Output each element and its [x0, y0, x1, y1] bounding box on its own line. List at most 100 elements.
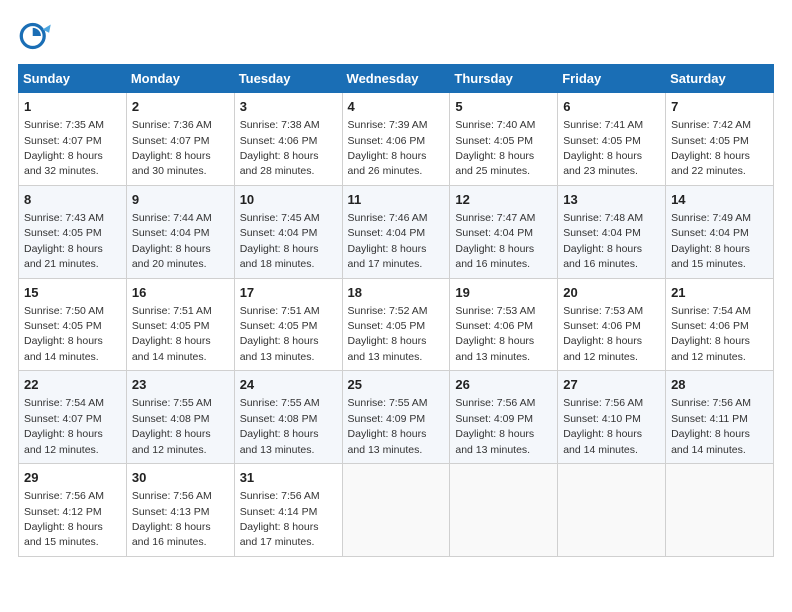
weekday-header-tuesday: Tuesday: [234, 65, 342, 93]
calendar-week-row: 8 Sunrise: 7:43 AM Sunset: 4:05 PM Daylig…: [19, 185, 774, 278]
day-info: Sunrise: 7:54 AM Sunset: 4:07 PM Dayligh…: [24, 397, 104, 455]
day-info: Sunrise: 7:36 AM Sunset: 4:07 PM Dayligh…: [132, 119, 212, 177]
day-info: Sunrise: 7:45 AM Sunset: 4:04 PM Dayligh…: [240, 212, 320, 270]
empty-cell: [558, 464, 666, 557]
day-number: 19: [455, 284, 552, 302]
day-info: Sunrise: 7:41 AM Sunset: 4:05 PM Dayligh…: [563, 119, 643, 177]
day-info: Sunrise: 7:46 AM Sunset: 4:04 PM Dayligh…: [348, 212, 428, 270]
day-number: 18: [348, 284, 445, 302]
day-info: Sunrise: 7:42 AM Sunset: 4:05 PM Dayligh…: [671, 119, 751, 177]
calendar-week-row: 15 Sunrise: 7:50 AM Sunset: 4:05 PM Dayli…: [19, 278, 774, 371]
calendar-day-cell: 29 Sunrise: 7:56 AM Sunset: 4:12 PM Dayli…: [19, 464, 127, 557]
day-number: 28: [671, 376, 768, 394]
calendar-day-cell: 13 Sunrise: 7:48 AM Sunset: 4:04 PM Dayli…: [558, 185, 666, 278]
day-info: Sunrise: 7:53 AM Sunset: 4:06 PM Dayligh…: [455, 305, 535, 363]
day-number: 8: [24, 191, 121, 209]
day-info: Sunrise: 7:56 AM Sunset: 4:14 PM Dayligh…: [240, 490, 320, 548]
calendar-week-row: 22 Sunrise: 7:54 AM Sunset: 4:07 PM Dayli…: [19, 371, 774, 464]
weekday-header-wednesday: Wednesday: [342, 65, 450, 93]
empty-cell: [666, 464, 774, 557]
weekday-header-friday: Friday: [558, 65, 666, 93]
calendar-week-row: 29 Sunrise: 7:56 AM Sunset: 4:12 PM Dayli…: [19, 464, 774, 557]
day-number: 6: [563, 98, 660, 116]
day-number: 26: [455, 376, 552, 394]
day-number: 30: [132, 469, 229, 487]
day-number: 22: [24, 376, 121, 394]
calendar-day-cell: 23 Sunrise: 7:55 AM Sunset: 4:08 PM Dayli…: [126, 371, 234, 464]
day-number: 9: [132, 191, 229, 209]
day-number: 23: [132, 376, 229, 394]
calendar-day-cell: 6 Sunrise: 7:41 AM Sunset: 4:05 PM Daylig…: [558, 93, 666, 186]
calendar-header-row: SundayMondayTuesdayWednesdayThursdayFrid…: [19, 65, 774, 93]
day-number: 14: [671, 191, 768, 209]
calendar-day-cell: 15 Sunrise: 7:50 AM Sunset: 4:05 PM Dayli…: [19, 278, 127, 371]
logo-icon: [18, 18, 54, 54]
day-number: 31: [240, 469, 337, 487]
calendar-day-cell: 7 Sunrise: 7:42 AM Sunset: 4:05 PM Daylig…: [666, 93, 774, 186]
calendar-day-cell: 12 Sunrise: 7:47 AM Sunset: 4:04 PM Dayli…: [450, 185, 558, 278]
day-info: Sunrise: 7:54 AM Sunset: 4:06 PM Dayligh…: [671, 305, 751, 363]
calendar-day-cell: 16 Sunrise: 7:51 AM Sunset: 4:05 PM Dayli…: [126, 278, 234, 371]
calendar-day-cell: 10 Sunrise: 7:45 AM Sunset: 4:04 PM Dayli…: [234, 185, 342, 278]
calendar-day-cell: 18 Sunrise: 7:52 AM Sunset: 4:05 PM Dayli…: [342, 278, 450, 371]
calendar-day-cell: 19 Sunrise: 7:53 AM Sunset: 4:06 PM Dayli…: [450, 278, 558, 371]
day-number: 13: [563, 191, 660, 209]
day-number: 15: [24, 284, 121, 302]
day-number: 24: [240, 376, 337, 394]
logo: [18, 18, 58, 54]
calendar-day-cell: 28 Sunrise: 7:56 AM Sunset: 4:11 PM Dayli…: [666, 371, 774, 464]
day-info: Sunrise: 7:35 AM Sunset: 4:07 PM Dayligh…: [24, 119, 104, 177]
day-info: Sunrise: 7:55 AM Sunset: 4:08 PM Dayligh…: [132, 397, 212, 455]
calendar-day-cell: 20 Sunrise: 7:53 AM Sunset: 4:06 PM Dayli…: [558, 278, 666, 371]
day-info: Sunrise: 7:56 AM Sunset: 4:09 PM Dayligh…: [455, 397, 535, 455]
calendar-day-cell: 8 Sunrise: 7:43 AM Sunset: 4:05 PM Daylig…: [19, 185, 127, 278]
day-number: 10: [240, 191, 337, 209]
day-info: Sunrise: 7:52 AM Sunset: 4:05 PM Dayligh…: [348, 305, 428, 363]
day-info: Sunrise: 7:55 AM Sunset: 4:09 PM Dayligh…: [348, 397, 428, 455]
day-info: Sunrise: 7:40 AM Sunset: 4:05 PM Dayligh…: [455, 119, 535, 177]
day-info: Sunrise: 7:38 AM Sunset: 4:06 PM Dayligh…: [240, 119, 320, 177]
weekday-header-sunday: Sunday: [19, 65, 127, 93]
day-number: 2: [132, 98, 229, 116]
calendar-day-cell: 31 Sunrise: 7:56 AM Sunset: 4:14 PM Dayli…: [234, 464, 342, 557]
day-number: 12: [455, 191, 552, 209]
day-info: Sunrise: 7:51 AM Sunset: 4:05 PM Dayligh…: [132, 305, 212, 363]
calendar-day-cell: 25Sunrise: 7:55 AM Sunset: 4:09 PM Dayli…: [342, 371, 450, 464]
page-header: [18, 18, 774, 54]
calendar-day-cell: 17 Sunrise: 7:51 AM Sunset: 4:05 PM Dayli…: [234, 278, 342, 371]
day-number: 16: [132, 284, 229, 302]
calendar-day-cell: 21 Sunrise: 7:54 AM Sunset: 4:06 PM Dayli…: [666, 278, 774, 371]
day-number: 1: [24, 98, 121, 116]
day-number: 17: [240, 284, 337, 302]
calendar-day-cell: 14Sunrise: 7:49 AM Sunset: 4:04 PM Dayli…: [666, 185, 774, 278]
calendar-day-cell: 5 Sunrise: 7:40 AM Sunset: 4:05 PM Daylig…: [450, 93, 558, 186]
day-info: Sunrise: 7:53 AM Sunset: 4:06 PM Dayligh…: [563, 305, 643, 363]
day-info: Sunrise: 7:55 AM Sunset: 4:08 PM Dayligh…: [240, 397, 320, 455]
day-info: Sunrise: 7:56 AM Sunset: 4:10 PM Dayligh…: [563, 397, 643, 455]
day-number: 29: [24, 469, 121, 487]
day-number: 21: [671, 284, 768, 302]
day-info: Sunrise: 7:43 AM Sunset: 4:05 PM Dayligh…: [24, 212, 104, 270]
day-info: Sunrise: 7:50 AM Sunset: 4:05 PM Dayligh…: [24, 305, 104, 363]
day-info: Sunrise: 7:51 AM Sunset: 4:05 PM Dayligh…: [240, 305, 320, 363]
calendar-day-cell: 3 Sunrise: 7:38 AM Sunset: 4:06 PM Daylig…: [234, 93, 342, 186]
calendar-day-cell: 30Sunrise: 7:56 AM Sunset: 4:13 PM Dayli…: [126, 464, 234, 557]
calendar-day-cell: 27 Sunrise: 7:56 AM Sunset: 4:10 PM Dayli…: [558, 371, 666, 464]
day-number: 7: [671, 98, 768, 116]
day-info: Sunrise: 7:56 AM Sunset: 4:12 PM Dayligh…: [24, 490, 104, 548]
day-number: 27: [563, 376, 660, 394]
day-number: 20: [563, 284, 660, 302]
weekday-header-thursday: Thursday: [450, 65, 558, 93]
empty-cell: [450, 464, 558, 557]
empty-cell: [342, 464, 450, 557]
calendar-day-cell: 11Sunrise: 7:46 AM Sunset: 4:04 PM Dayli…: [342, 185, 450, 278]
day-info: Sunrise: 7:39 AM Sunset: 4:06 PM Dayligh…: [348, 119, 428, 177]
day-info: Sunrise: 7:48 AM Sunset: 4:04 PM Dayligh…: [563, 212, 643, 270]
day-info: Sunrise: 7:56 AM Sunset: 4:11 PM Dayligh…: [671, 397, 751, 455]
day-info: Sunrise: 7:47 AM Sunset: 4:04 PM Dayligh…: [455, 212, 535, 270]
day-number: 5: [455, 98, 552, 116]
calendar-day-cell: 4 Sunrise: 7:39 AM Sunset: 4:06 PM Daylig…: [342, 93, 450, 186]
day-number: 4: [348, 98, 445, 116]
day-number: 3: [240, 98, 337, 116]
calendar-day-cell: 9Sunrise: 7:44 AM Sunset: 4:04 PM Daylig…: [126, 185, 234, 278]
